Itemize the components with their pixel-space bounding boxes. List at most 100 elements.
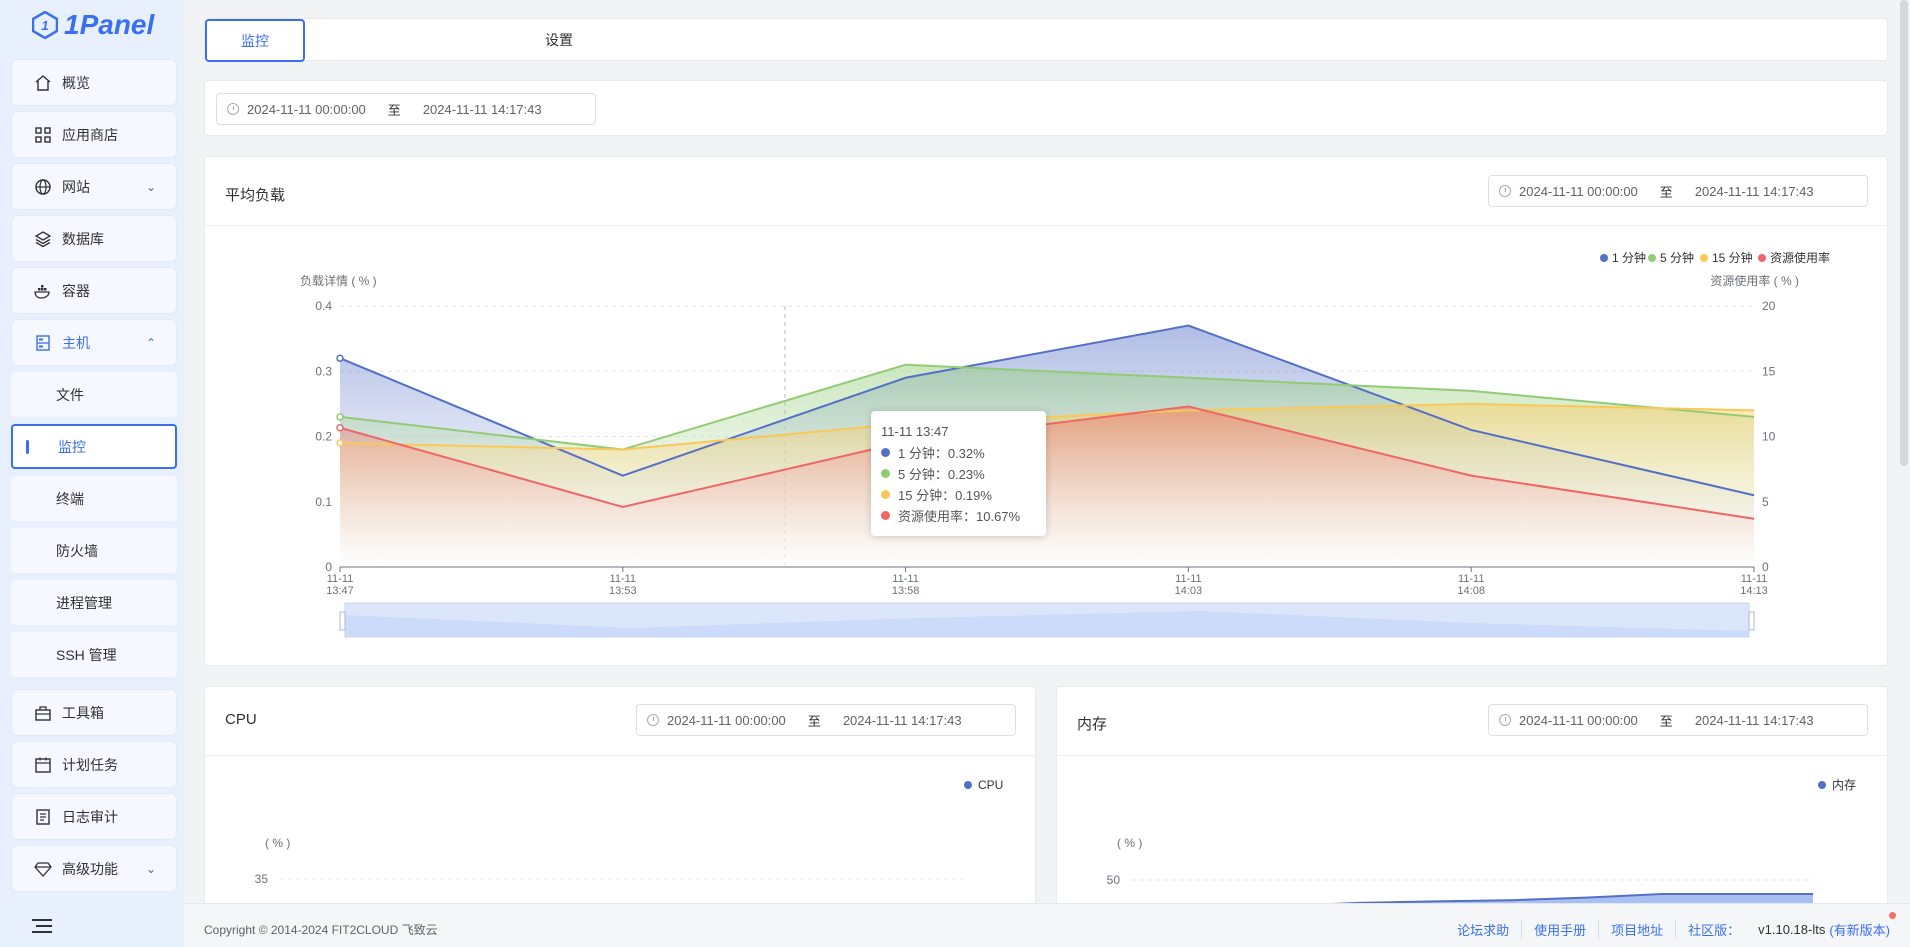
manual-link[interactable]: 使用手册 [1522,920,1600,939]
y-tick-label: 0.4 [315,299,332,313]
y-right-tick-label: 15 [1762,364,1776,378]
range-separator: 至 [1659,713,1673,729]
forum-link[interactable]: 论坛求助 [1445,920,1523,939]
update-text: (有新版本) [1829,923,1890,938]
datazoom-handle-left [339,611,346,631]
sidebar-item-label: 数据库 [62,230,104,247]
sidebar-subitem-terminal[interactable]: 终端 [11,476,177,521]
range-end: 2024-11-11 14:17:43 [842,712,962,728]
project-link[interactable]: 项目地址 [1599,920,1677,939]
range-separator: 至 [1659,184,1673,200]
page-scrollbar[interactable] [1900,0,1908,466]
memory-date-range-picker[interactable]: 2024-11-11 00:00:00 至 2024-11-11 14:17:4… [1488,704,1868,736]
series-point [336,413,344,421]
cpu-chart[interactable]: 3530( % )CPU [205,756,1035,906]
home-icon [34,74,52,92]
copyright: Copyright © 2014-2024 FIT2CLOUD 飞致云 [204,923,438,937]
tab-bar: 监控 设置 [204,18,1888,62]
load-chart[interactable]: 0 0.1 0.2 0.3 0.4 0 5 10 15 20 负载详情 ( % ) 资源使用率 ( %… [205,226,1887,666]
grid-icon [34,126,52,144]
tab-settings[interactable]: 设置 [505,19,613,60]
clock-icon [1499,185,1511,197]
sidebar-item-appstore[interactable]: 应用商店 [11,111,177,158]
series-dot [881,469,890,478]
sidebar-item-label: 日志审计 [62,808,118,825]
y-right-axis-label: 资源使用率 ( % ) [1710,273,1799,288]
range-end: 2024-11-11 14:17:43 [422,101,542,117]
legend-marker [1700,254,1708,262]
footer: Copyright © 2014-2024 FIT2CLOUD 飞致云 论坛求助… [184,903,1910,947]
y-tick-label: 0.2 [315,430,332,444]
server-icon [34,334,52,352]
series-point [336,354,344,362]
sidebar-subitem-label: 进程管理 [56,594,112,611]
load-date-range-picker[interactable]: 2024-11-11 00:00:00 至 2024-11-11 14:17:4… [1488,175,1868,207]
tooltip-title: 11-11 13:47 [881,424,949,439]
global-date-range-picker[interactable]: 2024-11-11 00:00:00 至 2024-11-11 14:17:4… [216,93,596,125]
range-separator: 至 [387,102,401,118]
series-dot [881,511,890,520]
diamond-icon [34,860,52,878]
sidebar-subitem-process[interactable]: 进程管理 [11,580,177,625]
x-tick-label-date: 11-11 [610,573,637,585]
footer-links: 论坛求助 使用手册 项目地址 社区版： v1.10.18-lts (有新版本) [1445,912,1896,939]
active-indicator [26,440,29,454]
sidebar-item-label: 容器 [62,282,90,299]
memory-chart[interactable]: 5040( % )内存 [1057,756,1887,906]
x-tick-label-time: 14:13 [1740,585,1768,597]
x-tick-label-time: 13:58 [892,585,920,597]
sidebar-item-container[interactable]: 容器 [11,267,177,314]
legend-label: 1 分钟 [1612,250,1646,265]
sidebar-item-overview[interactable]: 概览 [11,59,177,106]
x-tick-label-date: 11-11 [892,573,919,585]
sidebar-item-logs[interactable]: 日志审计 [11,793,177,840]
sidebar-subitem-label: 文件 [56,386,84,403]
y-tick-label: 0.1 [315,495,332,509]
legend-marker [1600,254,1608,262]
sidebar-item-label: 概览 [62,74,90,91]
clock-icon [227,103,239,115]
update-available-link[interactable]: (有新版本) [1829,912,1896,939]
y-tick-label: 35 [255,872,269,886]
sidebar-subitem-ssh[interactable]: SSH 管理 [11,632,177,677]
y-axis-label: ( % ) [1117,836,1142,850]
sidebar-item-toolbox[interactable]: 工具箱 [11,689,177,736]
sidebar-item-host[interactable]: 主机 ⌃ [11,319,177,366]
sidebar-item-database[interactable]: 数据库 [11,215,177,262]
series-point [336,424,344,432]
tooltip-row-label: 5 分钟：0.23% [898,467,985,482]
logo[interactable]: 1 1Panel [0,0,184,50]
tooltip-row: 1 分钟：0.32% [881,442,1036,463]
sidebar-subitem-firewall[interactable]: 防火墙 [11,528,177,573]
sidebar: 1 1Panel 概览 应用商店 网站 ⌄ 数据库 容器 主机 ⌃ 文件 监控 … [0,0,184,947]
log-icon [34,808,52,826]
sidebar-item-label: 高级功能 [62,860,118,877]
sidebar-subitem-label: 监控 [58,438,86,455]
menu-collapse-icon[interactable] [32,918,52,934]
cpu-date-range-picker[interactable]: 2024-11-11 00:00:00 至 2024-11-11 14:17:4… [636,704,1016,736]
sidebar-item-label: 工具箱 [62,704,104,721]
edition-link[interactable]: 社区版： [1676,920,1752,939]
sidebar-item-cron[interactable]: 计划任务 [11,741,177,788]
range-start: 2024-11-11 00:00:00 [667,712,786,728]
sidebar-item-advanced[interactable]: 高级功能 ⌄ [11,845,177,892]
docker-icon [34,282,52,300]
tab-monitor[interactable]: 监控 [205,19,305,62]
sidebar-item-website[interactable]: 网站 ⌄ [11,163,177,210]
memory-card-title: 内存 [1077,716,1108,733]
legend-label: 内存 [1832,778,1856,792]
global-filter-card: 2024-11-11 00:00:00 至 2024-11-11 14:17:4… [204,80,1888,136]
range-start: 2024-11-11 00:00:00 [1519,183,1638,199]
tooltip-row-label: 1 分钟：0.32% [898,446,985,461]
sidebar-subitem-label: 终端 [56,490,84,507]
y-right-tick-label: 10 [1762,430,1776,444]
y-tick-label: 0 [325,560,332,574]
y-tick-label: 50 [1107,873,1121,887]
globe-icon [34,178,52,196]
range-end: 2024-11-11 14:17:43 [1694,712,1814,728]
sidebar-subitem-monitor[interactable]: 监控 [11,424,177,469]
version-text: v1.10.18-lts [1758,922,1826,937]
sidebar-subitem-files[interactable]: 文件 [11,372,177,417]
sidebar-item-label: 应用商店 [62,126,118,143]
clock-icon [647,714,659,726]
